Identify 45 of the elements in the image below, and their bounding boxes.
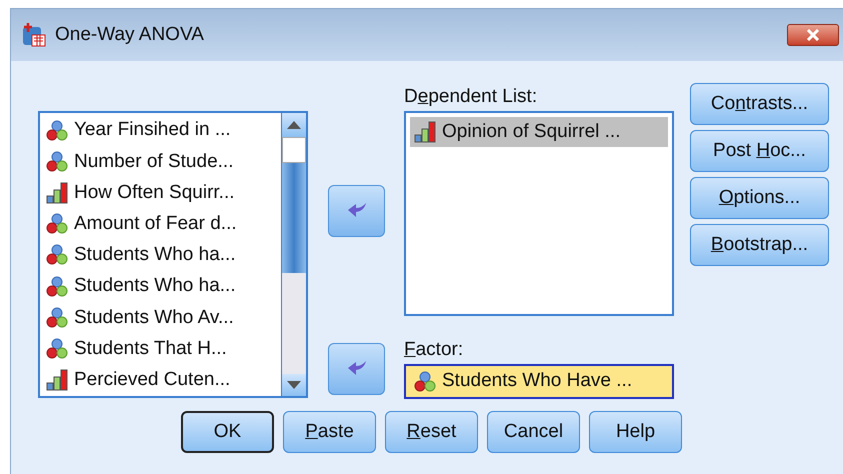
three-balls-icon [46, 120, 68, 142]
variable-item[interactable]: Students That H... [46, 334, 281, 365]
option-button[interactable]: Contrasts... [690, 83, 829, 125]
scroll-down-button[interactable] [282, 374, 306, 396]
close-button[interactable] [787, 24, 839, 46]
three-balls-icon [46, 213, 68, 236]
move-button[interactable] [328, 185, 385, 237]
up-triangle-icon [287, 121, 301, 129]
bar-chart-icon [414, 121, 436, 143]
option-button[interactable]: Post Hoc... [690, 130, 829, 172]
variable-item[interactable]: Amount of Fear d... [46, 208, 281, 240]
dialog-button[interactable]: Reset [385, 411, 478, 453]
dependent-list-label: Dependent List: [404, 85, 538, 109]
three-balls-icon [46, 150, 68, 173]
variable-item[interactable]: Students Who ha... [46, 271, 281, 302]
close-icon [806, 29, 820, 41]
dialog-button[interactable]: Help [589, 411, 682, 453]
app-icon [21, 22, 47, 48]
variable-item[interactable]: How Often Squirr... [46, 177, 281, 209]
three-balls-icon [46, 338, 68, 360]
factor-label: Factor: [404, 338, 464, 362]
bar-chart-icon [46, 182, 68, 204]
three-balls-icon [46, 306, 68, 329]
dialog-button[interactable]: Cancel [487, 411, 580, 453]
variable-item[interactable]: Number of Stude... [46, 146, 281, 178]
window-title: One-Way ANOVA [55, 22, 204, 47]
dialog-button[interactable]: OK [181, 411, 274, 453]
three-balls-icon [46, 244, 68, 266]
down-triangle-icon [287, 381, 301, 389]
option-button[interactable]: Bootstrap... [690, 224, 829, 266]
scrollbar[interactable] [281, 113, 306, 396]
bar-chart-icon [46, 369, 68, 392]
variable-item[interactable]: Students Who ha... [46, 240, 281, 272]
three-balls-icon [46, 276, 68, 298]
variable-item[interactable]: Students Who Av... [46, 302, 281, 334]
dependent-item[interactable]: Opinion of Squirrel ... [410, 117, 668, 147]
factor-field[interactable]: Students Who Have ... [404, 364, 674, 399]
dialog-button[interactable]: Paste [283, 411, 376, 453]
variable-item[interactable]: Year Finsihed in ... [46, 115, 281, 146]
three-balls-icon [414, 370, 436, 392]
option-button[interactable]: Options... [690, 177, 829, 219]
scroll-thumb[interactable] [282, 163, 306, 273]
variable-item[interactable]: Percieved Cuten... [46, 364, 281, 396]
move-button[interactable] [328, 343, 385, 395]
scroll-up-button[interactable] [282, 113, 306, 137]
